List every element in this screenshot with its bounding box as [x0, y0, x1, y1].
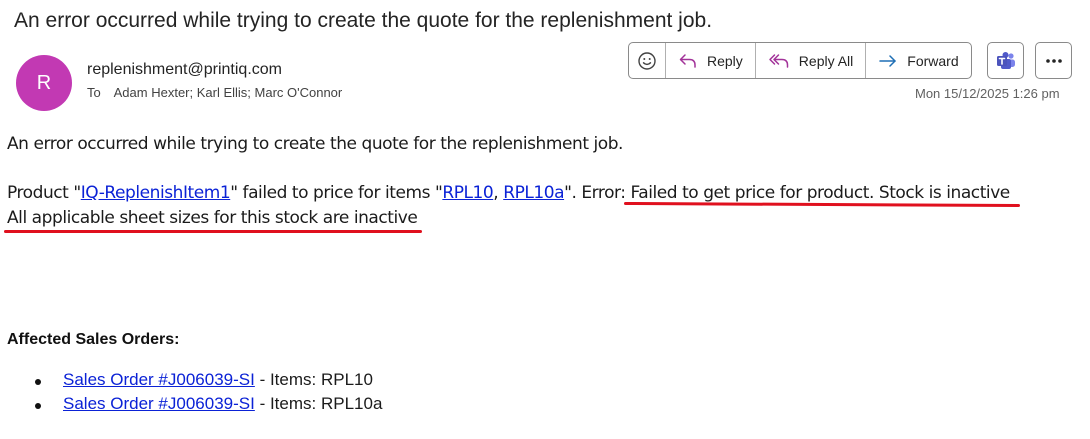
message-action-toolbar: Reply Reply All Forward [628, 42, 972, 79]
order-items: - Items: RPL10a [254, 394, 383, 413]
sales-order-link[interactable]: Sales Order #J006039-SI [63, 370, 255, 389]
affected-orders-heading: Affected Sales Orders: [7, 331, 180, 348]
teams-share-button[interactable] [987, 42, 1024, 79]
product-link[interactable]: IQ-ReplenishItem1 [81, 183, 231, 203]
product-prefix: Product " [7, 183, 81, 203]
email-subject: An error occurred while trying to create… [14, 9, 713, 32]
item-separator: , [493, 183, 504, 203]
forward-button[interactable]: Forward [865, 43, 970, 78]
reply-all-arrow-icon [769, 53, 789, 68]
avatar-initial: R [36, 71, 52, 94]
react-button[interactable] [629, 43, 665, 78]
reply-label: Reply [707, 52, 743, 69]
order-items: - Items: RPL10 [254, 370, 373, 389]
bullet-icon [35, 403, 41, 409]
recipient-list[interactable]: Adam Hexter; Karl Ellis; Marc O'Connor [114, 85, 343, 100]
teams-icon [996, 51, 1015, 69]
list-item: Sales Order #J006039-SI - Items: RPL10a [0, 394, 382, 418]
affected-orders-list: Sales Order #J006039-SI - Items: RPL10 S… [0, 370, 382, 418]
annotation-underline-2 [4, 230, 422, 233]
more-actions-button[interactable] [1035, 42, 1072, 79]
sales-order-link[interactable]: Sales Order #J006039-SI [63, 394, 255, 413]
forward-label: Forward [907, 52, 959, 69]
bullet-icon [35, 379, 41, 385]
body-intro: An error occurred while trying to create… [7, 134, 624, 154]
item-link-rpl10[interactable]: RPL10 [442, 183, 493, 203]
reply-button[interactable]: Reply [665, 43, 755, 78]
reply-all-label: Reply All [798, 52, 854, 69]
received-date: Mon 15/12/2025 1:26 pm [915, 86, 1060, 101]
sender-address[interactable]: replenishment@printiq.com [87, 61, 282, 79]
to-label: To [87, 85, 101, 100]
error-line-2: All applicable sheet sizes for this stoc… [7, 208, 418, 228]
reply-all-button[interactable]: Reply All [754, 43, 865, 78]
more-options-icon [1045, 58, 1062, 63]
forward-arrow-icon [879, 54, 897, 67]
list-item: Sales Order #J006039-SI - Items: RPL10 [0, 370, 382, 394]
sender-avatar[interactable]: R [16, 55, 72, 111]
recipients-line: To Adam Hexter; Karl Ellis; Marc O'Conno… [87, 85, 342, 100]
error-line-1: Product "IQ-ReplenishItem1" failed to pr… [7, 183, 1010, 203]
smiley-icon [638, 51, 656, 70]
error-message: : Failed to get price for product. Stock… [620, 183, 1010, 203]
reply-arrow-icon [679, 53, 696, 68]
error-prefix: ". Error [564, 183, 621, 203]
item-link-rpl10a[interactable]: RPL10a [503, 183, 564, 203]
product-mid: " failed to price for items " [230, 183, 443, 203]
